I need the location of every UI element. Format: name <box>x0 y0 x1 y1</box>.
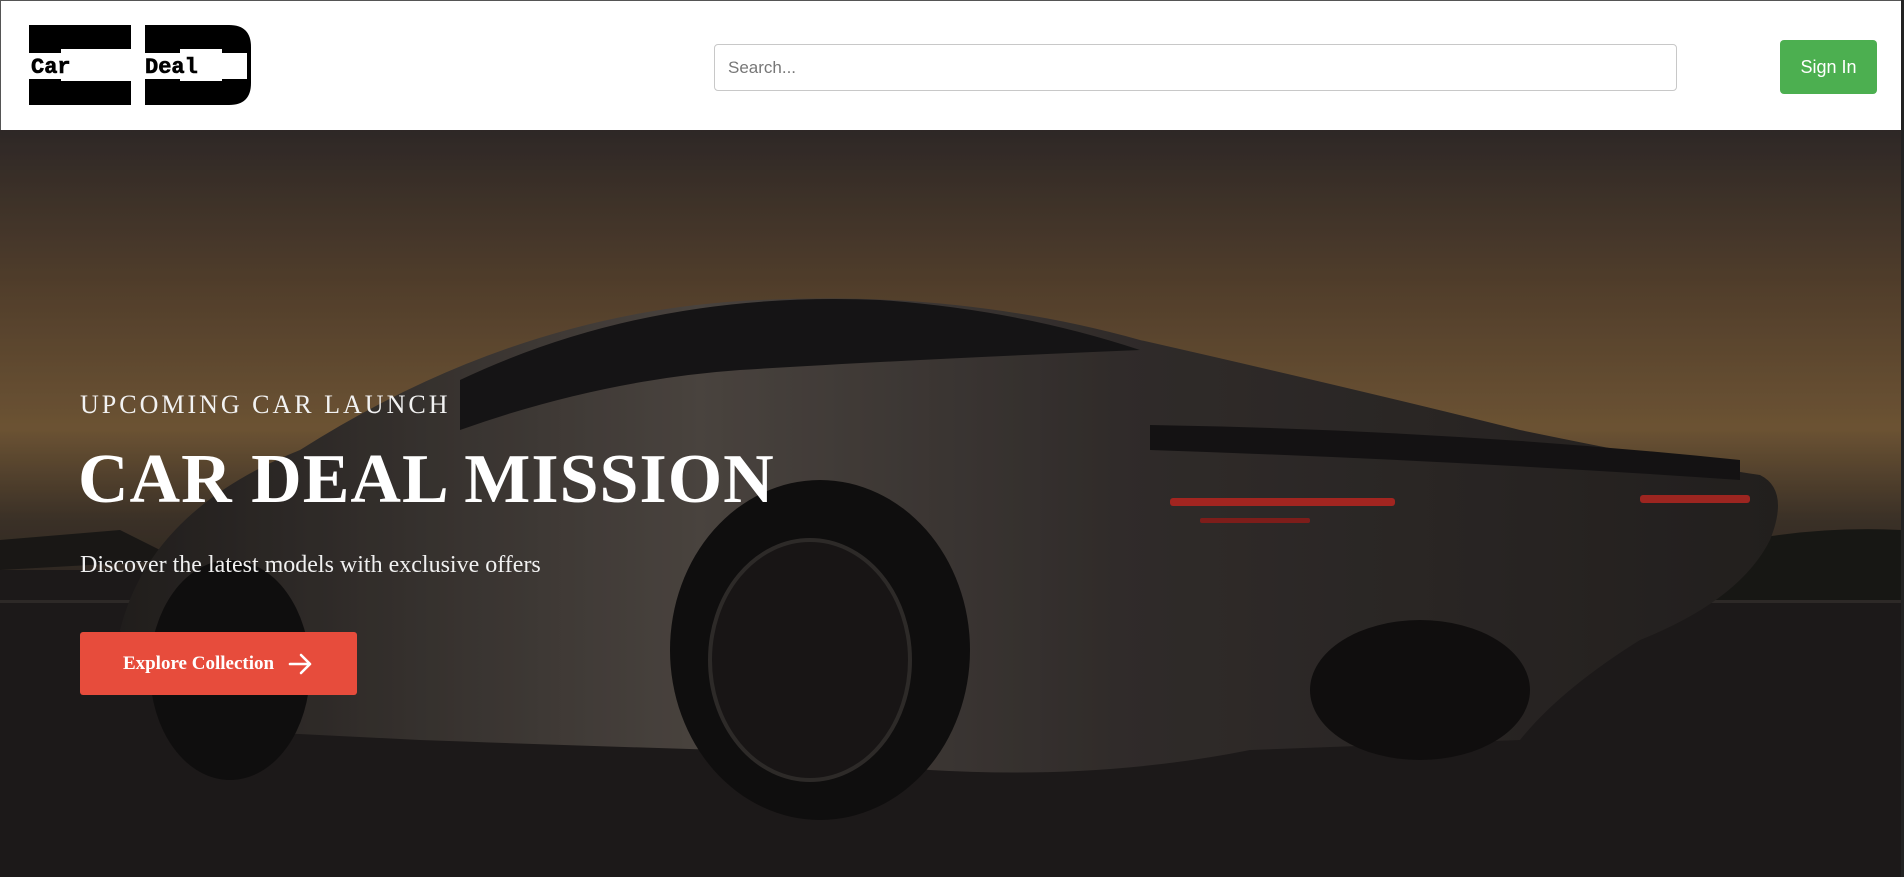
top-navbar: Car Deal Sign In <box>0 0 1904 130</box>
hero-eyebrow: UPCOMING CAR LAUNCH <box>80 390 451 419</box>
car-deal-logo[interactable]: Car Deal <box>25 25 251 105</box>
arrow-right-icon <box>288 653 312 674</box>
explore-collection-label: Explore Collection <box>122 652 275 674</box>
hero-subtitle: Discover the latest models with exclusiv… <box>80 552 541 578</box>
sign-in-button[interactable]: Sign In <box>1780 40 1877 94</box>
svg-text:Car: Car <box>31 55 71 80</box>
hero-title: CAR DEAL MISSION <box>78 441 775 518</box>
svg-text:Deal: Deal <box>145 55 198 80</box>
search-input[interactable] <box>714 44 1677 91</box>
hero-banner: UPCOMING CAR LAUNCH CAR DEAL MISSION Dis… <box>0 130 1901 877</box>
explore-collection-button[interactable]: Explore Collection <box>80 632 357 695</box>
